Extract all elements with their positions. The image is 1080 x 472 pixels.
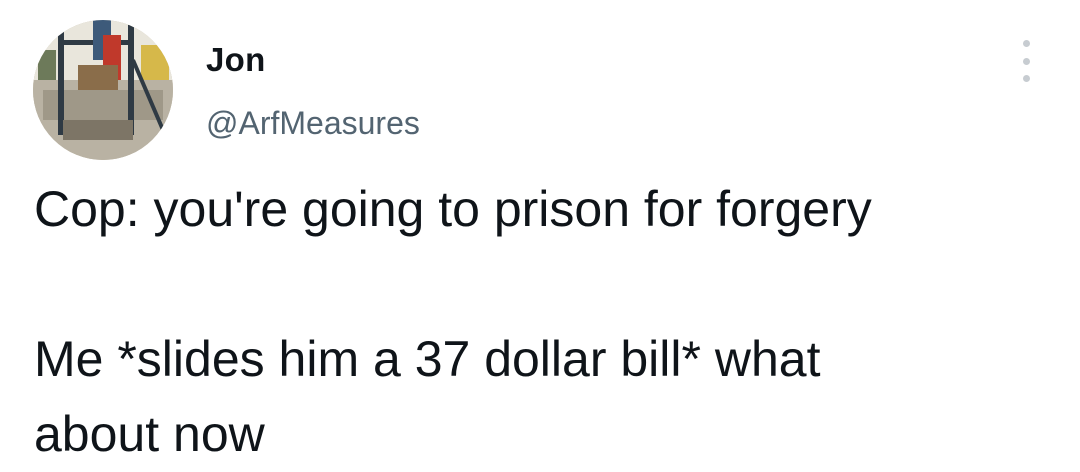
- tweet-text-line: Me *slides him a 37 dollar bill* what: [34, 331, 821, 387]
- tweet-text-line: Cop: you're going to prison for forgery: [34, 181, 872, 237]
- author-display-name[interactable]: Jon: [206, 40, 266, 80]
- tweet-text-line: [34, 247, 1054, 322]
- more-dot-icon: [1022, 75, 1030, 82]
- avatar[interactable]: [33, 20, 173, 160]
- avatar-photo-icon: [33, 20, 173, 160]
- tweet-card: Jon @ArfMeasures Cop: you're going to pr…: [0, 0, 1080, 466]
- more-options-button[interactable]: [1006, 40, 1046, 82]
- more-dot-icon: [1022, 57, 1030, 65]
- tweet-text: Cop: you're going to prison for forgery …: [34, 172, 1054, 472]
- more-dot-icon: [1022, 40, 1030, 47]
- tweet-text-line: about now: [34, 406, 265, 462]
- author-handle[interactable]: @ArfMeasures: [206, 103, 420, 143]
